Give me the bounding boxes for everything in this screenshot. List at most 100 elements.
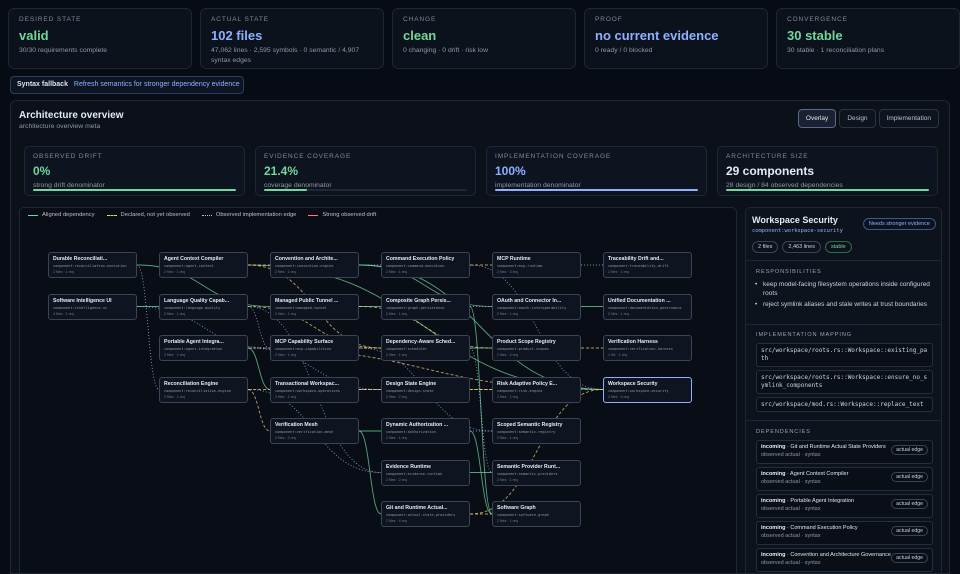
node-meta: 2 files · 1 req: [53, 270, 74, 274]
dependency-name: Command Execution Policy: [790, 525, 858, 531]
node-id: component:risk-engine: [497, 388, 543, 393]
node-meta: 2 files · 1 req: [608, 270, 629, 274]
node-id: component:actual-state-providers: [386, 513, 456, 517]
graph-node[interactable]: Convention and Archite... component:conve…: [270, 252, 359, 278]
metric-value: 0%: [33, 164, 51, 178]
graph-edge: [469, 306, 493, 515]
tab-overlay[interactable]: Overlay: [797, 109, 837, 128]
dependency-direction: incoming: [761, 471, 786, 477]
graph-node[interactable]: Agent Context Compiler component:agent-co…: [159, 252, 248, 278]
card-detail: 0 ready / 0 blocked: [595, 47, 653, 54]
graph-node[interactable]: Verification Harness component:verificati…: [603, 335, 692, 361]
graph-node[interactable]: Product Scope Registry component:product-…: [492, 335, 581, 361]
actual-edge-tag: actual edge: [891, 499, 928, 509]
metric-progress-bar: [726, 188, 929, 191]
node-id: component:graph-persistence: [386, 305, 445, 310]
node-meta: 2 files · 4 req: [497, 353, 518, 357]
files-chip: 2 files: [752, 241, 779, 253]
metric-progress-fill: [33, 188, 236, 191]
graph-node[interactable]: Language Quality Capab... component:langu…: [159, 293, 248, 320]
graph-node[interactable]: Command Execution Policy component:comman…: [381, 252, 470, 278]
legend-drift: Strong observed drift: [308, 212, 376, 218]
graph-node[interactable]: Verification Mesh component:verification-…: [270, 418, 359, 444]
component-detail: Workspace Security component:workspace-s…: [745, 207, 942, 573]
graph-node[interactable]: Portable Agent Integra... component:agent…: [159, 335, 248, 361]
metric-card: IMPLEMENTATION COVERAGE 100% implementatio…: [486, 146, 707, 196]
responsibilities-heading: RESPONSIBILITIES: [756, 269, 822, 275]
graph-node[interactable]: Dependency-Aware Sched... component:sched…: [381, 335, 470, 361]
node-id: component:semantic-providers: [497, 471, 558, 476]
graph-node[interactable]: Scoped Semantic Registry component:semant…: [492, 418, 581, 444]
graph-node[interactable]: MCP Capability Surface component:mcp-capa…: [270, 335, 359, 361]
graph-node[interactable]: Composite Graph Persis... component:graph…: [381, 293, 470, 320]
node-id: component:documentation-governance: [608, 305, 682, 310]
node-title: Git and Runtime Actual...: [386, 505, 448, 511]
dependency-direction: incoming: [761, 525, 786, 531]
divider: [746, 324, 941, 325]
actual-edge-tag: actual edge: [891, 526, 928, 536]
node-meta: 2 files · 1 req: [386, 353, 407, 357]
metric-value: 100%: [495, 164, 526, 178]
node-title: Design State Engine: [386, 380, 437, 387]
graph-node[interactable]: Managed Public Tunnel ... component:manag…: [270, 293, 359, 320]
graph-node[interactable]: Design State Engine component:design-stat…: [381, 376, 470, 403]
dependency-direction: incoming: [761, 498, 786, 504]
dependency-name: Agent Context Compiler: [790, 471, 849, 477]
banner-title: Syntax fallback: [17, 81, 68, 88]
metric-card: OBSERVED DRIFT 0% strong drift denominator: [24, 146, 245, 196]
node-title: Workspace Security: [608, 380, 658, 387]
node-title: Scoped Semantic Registry: [497, 422, 563, 428]
graph-node[interactable]: Risk Adaptive Policy E... component:risk-…: [492, 376, 581, 403]
metric-label: IMPLEMENTATION COVERAGE: [495, 153, 612, 160]
mapping-item: src/workspace/mod.rs::Workspace::replace…: [756, 397, 933, 412]
node-title: Portable Agent Integra...: [164, 339, 224, 345]
refresh-semantics-link[interactable]: Refresh semantics for stronger dependenc…: [74, 81, 240, 88]
dependencies-heading: DEPENDENCIES: [756, 429, 811, 435]
dependency-item[interactable]: incoming · Convention and Architecture G…: [756, 548, 933, 572]
node-id: component:managed-tunnel: [275, 305, 327, 310]
graph-node[interactable]: Traceability Drift and... component:trace…: [603, 252, 692, 278]
node-title: Language Quality Capab...: [164, 297, 230, 304]
node-title: Durable Reconciliati...: [53, 256, 108, 262]
graph-node[interactable]: Evidence Runtime component:evidence-runti…: [381, 459, 470, 486]
graph-node[interactable]: Workspace Security component:workspace-se…: [603, 376, 692, 403]
dependency-item[interactable]: incoming · Agent Context Compiler observe…: [756, 467, 933, 491]
dependency-item[interactable]: incoming · Command Execution Policy obser…: [756, 521, 933, 545]
legend-aligned: Aligned dependency: [28, 212, 95, 218]
metric-card: ARCHITECTURE SIZE 29 components 28 design …: [717, 146, 938, 196]
dependency-item[interactable]: incoming · Git and Runtime Actual State …: [756, 440, 933, 464]
graph-node[interactable]: OAuth and Connector In... component:oauth…: [492, 293, 581, 320]
mapping-item: src/workspace/roots.rs::Workspace::ensur…: [756, 370, 933, 394]
tab-design[interactable]: Design: [839, 109, 876, 128]
graph-node[interactable]: Transactional Workspac... component:works…: [270, 376, 359, 403]
node-title: Evidence Runtime: [386, 463, 431, 470]
graph-node[interactable]: Dynamic Authorization ... component:autho…: [381, 418, 470, 444]
node-meta: 2 files · 1 req: [164, 311, 185, 316]
dependency-item[interactable]: incoming · Portable Agent Integration obs…: [756, 494, 933, 518]
graph-node[interactable]: Git and Runtime Actual... component:actua…: [381, 501, 470, 527]
syntax-fallback-banner[interactable]: Syntax fallback Refresh semantics for st…: [10, 76, 244, 94]
graph-edge: [358, 430, 382, 515]
graph-node[interactable]: MCP Runtime component:mcp-runtime 2 files …: [492, 252, 581, 278]
dependency-direction: incoming: [761, 444, 786, 450]
node-meta: 1 file · 1 req: [608, 353, 627, 357]
node-id: component:design-state: [386, 388, 434, 393]
node-meta: 2 files · 1 req: [497, 436, 518, 440]
graph-node[interactable]: Software Intelligence UI component:intell…: [48, 293, 137, 320]
node-id: component:traceability-drift: [608, 264, 669, 268]
graph-node[interactable]: Software Graph component:software-graph 2 …: [492, 501, 581, 527]
node-title: Dynamic Authorization ...: [386, 422, 449, 428]
node-meta: 2 files · 1 req: [164, 270, 185, 274]
dependency-graph[interactable]: Aligned dependency Declared, not yet obs…: [19, 207, 737, 573]
node-title: Software Graph: [497, 505, 536, 511]
node-id: component:oauth-interoperability: [497, 305, 567, 310]
node-title: Semantic Provider Runt...: [497, 463, 561, 470]
graph-node[interactable]: Unified Documentation ... component:docum…: [603, 293, 692, 320]
graph-node[interactable]: Semantic Provider Runt... component:seman…: [492, 459, 581, 486]
tab-implementation[interactable]: Implementation: [878, 109, 939, 128]
card-value: no current evidence: [595, 28, 719, 43]
node-title: Agent Context Compiler: [164, 256, 224, 262]
graph-node[interactable]: Durable Reconciliati... component:reconci…: [48, 252, 137, 278]
node-id: component:convention-engine: [275, 264, 334, 268]
graph-node[interactable]: Reconciliation Engine component:reconcili…: [159, 376, 248, 403]
